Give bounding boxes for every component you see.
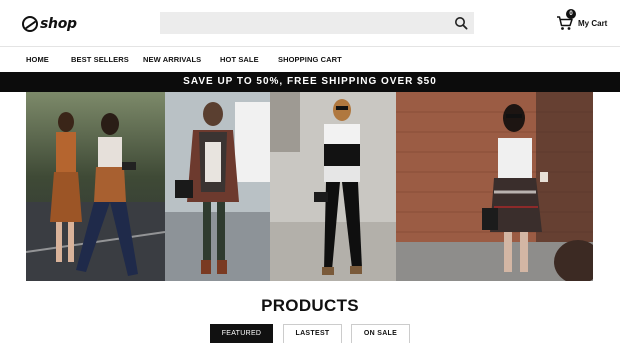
site-header: shop 0 My Cart (0, 0, 620, 46)
cart-count-badge: 0 (566, 9, 576, 19)
logo-text: shop (40, 16, 77, 32)
logo[interactable]: shop (22, 14, 77, 34)
logo-icon (22, 16, 38, 32)
cart-button[interactable]: 0 My Cart (556, 9, 608, 34)
main-nav: HOME BEST SELLERS NEW ARRIVALS HOT SALE … (0, 47, 620, 72)
hero-panel-plaid-coat (165, 92, 270, 281)
hero-panel-coffee (396, 92, 593, 281)
nav-new-arrivals[interactable]: NEW ARRIVALS (143, 55, 201, 64)
search-bar (160, 12, 474, 34)
promo-banner: SAVE UP TO 50%, FREE SHIPPING OVER $50 (0, 72, 620, 92)
nav-shopping-cart[interactable]: SHOPPING CART (278, 55, 342, 64)
hero-panel-street-duo (26, 92, 165, 281)
products-heading: PRODUCTS (261, 296, 359, 315)
cart-icon: 0 (556, 9, 576, 32)
nav-home[interactable]: HOME (26, 55, 49, 64)
nav-hot-sale[interactable]: HOT SALE (220, 55, 259, 64)
search-input[interactable] (160, 12, 450, 34)
nav-best-sellers[interactable]: BEST SELLERS (71, 55, 129, 64)
hero-banner[interactable] (26, 92, 593, 281)
tab-featured[interactable]: FEATURED (210, 324, 273, 343)
hero-panel-colorblock (270, 92, 396, 281)
tab-lastest[interactable]: LASTEST (283, 324, 342, 343)
search-icon[interactable] (454, 16, 468, 30)
cart-label: My Cart (578, 18, 608, 28)
tab-on-sale[interactable]: ON SALE (351, 324, 410, 343)
